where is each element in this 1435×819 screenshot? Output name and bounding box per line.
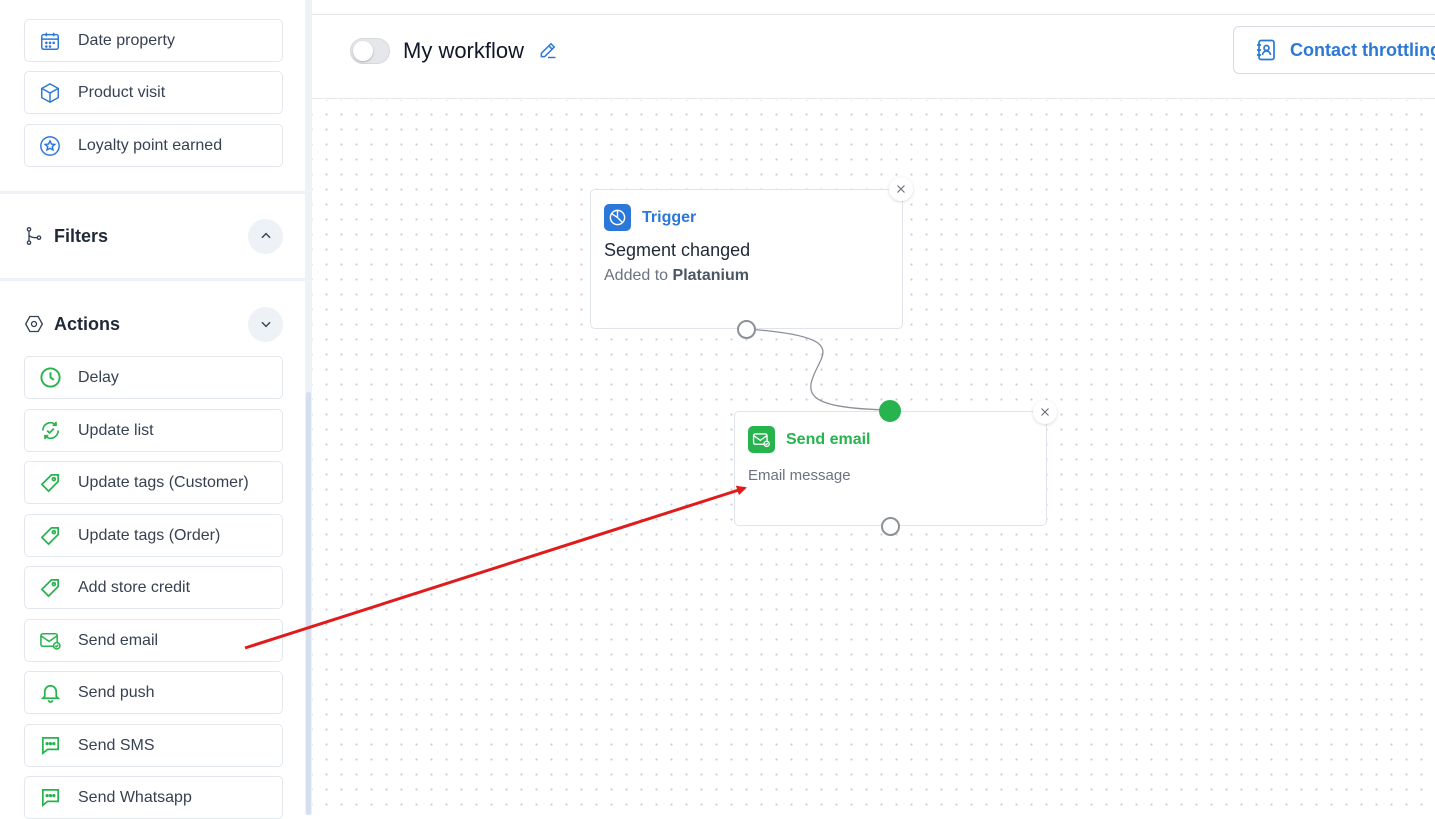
workflow-active-toggle[interactable] [350, 38, 390, 64]
edit-pencil-icon[interactable] [538, 40, 558, 60]
trigger-heading: Segment changed [604, 240, 751, 260]
send-email-node[interactable]: Send email Email message [734, 411, 1047, 526]
chat-icon [38, 786, 62, 810]
clock-icon [38, 366, 62, 390]
filters-title: Filters [54, 225, 109, 246]
sidebar-item-loyalty-point-earned[interactable]: Loyalty point earned [24, 124, 283, 167]
send-email-node-header: Send email [748, 426, 870, 453]
workflow-title: My workflow [403, 38, 525, 63]
actions-title: Actions [54, 313, 121, 334]
actions-section-header[interactable]: Actions [24, 304, 283, 344]
chevron-up-icon [260, 232, 271, 239]
sidebar-item-label: Date property [78, 31, 175, 49]
trigger-description: Added to Platanium [604, 267, 749, 285]
sidebar-item-delay[interactable]: Delay [24, 356, 283, 399]
sidebar-item-update-list[interactable]: Update list [24, 409, 283, 452]
trigger-segment-name: Platanium [672, 267, 749, 284]
trigger-node[interactable]: Trigger Segment changed Added to Platani… [590, 189, 903, 329]
sidebar-item-send-whatsapp[interactable]: Send Whatsapp [24, 776, 283, 819]
sidebar-item-update-tags-customer[interactable]: Update tags (Customer) [24, 461, 283, 504]
sidebar-item-send-email[interactable]: Send email [24, 619, 283, 662]
actions-collapse-button[interactable] [248, 306, 283, 342]
send-email-node-close-button[interactable] [1033, 400, 1057, 424]
sidebar-item-label: Send email [78, 631, 159, 649]
sidebar-item-label: Add store credit [78, 578, 191, 596]
tag-icon [38, 576, 62, 600]
refresh-check-icon [38, 419, 62, 443]
trigger-type-label: Trigger [642, 208, 697, 226]
email-icon [38, 629, 62, 653]
trigger-node-close-button[interactable] [889, 177, 913, 201]
sidebar-item-send-sms[interactable]: Send SMS [24, 724, 283, 767]
sidebar-item-add-store-credit[interactable]: Add store credit [24, 566, 283, 609]
contact-book-icon [1254, 38, 1278, 62]
sidebar-item-label: Send SMS [78, 736, 155, 754]
sidebar-item-label: Send Whatsapp [78, 788, 192, 806]
sidebar-item-date-property[interactable]: Date property [24, 19, 283, 62]
send-email-input-port[interactable] [879, 400, 901, 422]
sidebar-item-label: Update list [78, 421, 154, 439]
contact-throttling-label: Contact throttling [1290, 39, 1435, 60]
pie-chart-icon [604, 204, 631, 231]
sidebar-item-label: Update tags (Order) [78, 526, 221, 544]
sidebar-item-label: Update tags (Customer) [78, 473, 249, 491]
sidebar-item-product-visit[interactable]: Product visit [24, 71, 283, 114]
close-icon [897, 185, 905, 193]
trigger-node-header: Trigger [604, 204, 696, 231]
sidebar-item-update-tags-order[interactable]: Update tags (Order) [24, 514, 283, 557]
sidebar-item-send-push[interactable]: Send push [24, 671, 283, 714]
hexagon-icon [24, 314, 44, 334]
close-icon [1041, 408, 1049, 416]
branch-icon [24, 226, 44, 246]
chevron-down-icon [260, 321, 271, 328]
trigger-output-port[interactable] [737, 320, 756, 339]
bell-icon [38, 681, 62, 705]
calendar-icon [38, 29, 62, 53]
send-email-output-port[interactable] [881, 517, 900, 536]
workflow-header: My workflow Contact throttling [312, 15, 1435, 99]
contact-throttling-button[interactable]: Contact throttling [1233, 26, 1435, 74]
trigger-desc-prefix: Added to [604, 267, 669, 284]
section-divider [0, 191, 305, 194]
filters-collapse-button[interactable] [248, 218, 283, 254]
sidebar-item-label: Loyalty point earned [78, 136, 223, 154]
chat-icon [38, 734, 62, 758]
tag-icon [38, 524, 62, 548]
sidebar-item-label: Product visit [78, 83, 166, 101]
email-icon [748, 426, 775, 453]
filters-section-header[interactable]: Filters [24, 216, 283, 256]
send-email-type-label: Send email [786, 430, 871, 448]
cube-icon [38, 81, 62, 105]
sidebar-item-label: Delay [78, 368, 119, 386]
section-divider [0, 278, 305, 281]
star-badge-icon [38, 134, 62, 158]
sidebar-scrollbar[interactable] [306, 392, 311, 815]
toggle-knob [353, 41, 373, 61]
sidebar: Date property Product visit Loyalty poin… [0, 0, 312, 819]
send-email-description: Email message [748, 467, 851, 484]
tag-icon [38, 471, 62, 495]
sidebar-item-label: Send push [78, 683, 155, 701]
